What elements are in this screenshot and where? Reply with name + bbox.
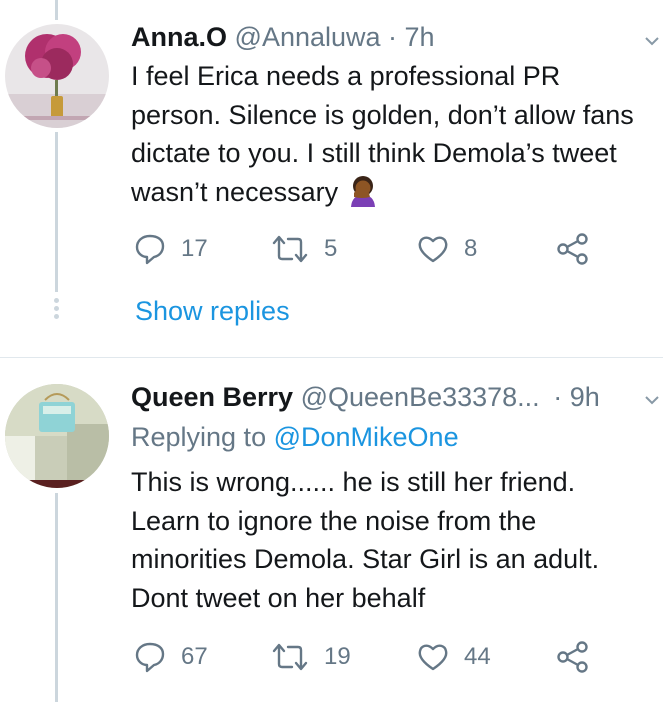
reply-button[interactable]: 67 bbox=[133, 640, 208, 674]
retweet-button[interactable]: 5 bbox=[270, 232, 337, 266]
retweet-button[interactable]: 19 bbox=[270, 640, 351, 674]
tweet-text: I feel Erica needs a professional PR per… bbox=[131, 57, 656, 217]
share-button[interactable] bbox=[556, 640, 590, 674]
avatar[interactable] bbox=[5, 384, 109, 488]
chevron-down-icon[interactable] bbox=[645, 34, 659, 48]
replying-to-label: Replying to bbox=[131, 422, 267, 452]
replying-to: Replying to @DonMikeOne bbox=[131, 422, 459, 453]
thread-line-tweet-2 bbox=[55, 493, 58, 702]
timestamp[interactable]: · 9h bbox=[553, 382, 600, 412]
display-name[interactable]: Queen Berry bbox=[131, 382, 293, 412]
timestamp[interactable]: · 7h bbox=[388, 22, 435, 52]
heart-icon bbox=[418, 644, 448, 671]
tweet-header: Queen Berry @QueenBe33378... · 9h bbox=[131, 382, 600, 413]
share-icon bbox=[557, 233, 588, 265]
chevron-down-icon[interactable] bbox=[645, 393, 659, 407]
replying-to-link[interactable]: @DonMikeOne bbox=[274, 422, 459, 452]
woman-facepalming-emoji bbox=[346, 173, 380, 218]
reply-button[interactable]: 17 bbox=[133, 232, 208, 266]
like-count: 8 bbox=[464, 235, 478, 262]
retweet-count: 5 bbox=[324, 235, 338, 262]
tweet-header: Anna.O @Annaluwa · 7h bbox=[131, 22, 435, 53]
show-replies-link[interactable]: Show replies bbox=[135, 296, 290, 327]
heart-icon bbox=[418, 236, 448, 263]
reply-count: 67 bbox=[181, 643, 208, 670]
thread-line-tweet-1 bbox=[55, 132, 58, 292]
like-button[interactable]: 44 bbox=[416, 640, 491, 674]
handle[interactable]: @QueenBe33378... bbox=[301, 382, 540, 412]
retweet-count: 19 bbox=[324, 643, 351, 670]
avatar[interactable] bbox=[5, 24, 109, 128]
tweet-text: This is wrong...... he is still her frie… bbox=[131, 467, 600, 613]
like-count: 44 bbox=[464, 643, 491, 670]
share-icon bbox=[557, 641, 588, 673]
reply-count: 17 bbox=[181, 235, 208, 262]
like-button[interactable]: 8 bbox=[416, 232, 477, 266]
display-name[interactable]: Anna.O bbox=[131, 22, 227, 52]
handle[interactable]: @Annaluwa bbox=[235, 22, 381, 52]
reply-icon bbox=[135, 642, 165, 673]
share-button[interactable] bbox=[556, 232, 590, 266]
thread-line-top bbox=[55, 0, 58, 20]
reply-icon bbox=[135, 234, 165, 265]
retweet-icon bbox=[272, 235, 308, 263]
retweet-icon bbox=[272, 643, 308, 671]
thread-more-dots bbox=[52, 298, 61, 322]
tweet-divider bbox=[0, 357, 663, 358]
